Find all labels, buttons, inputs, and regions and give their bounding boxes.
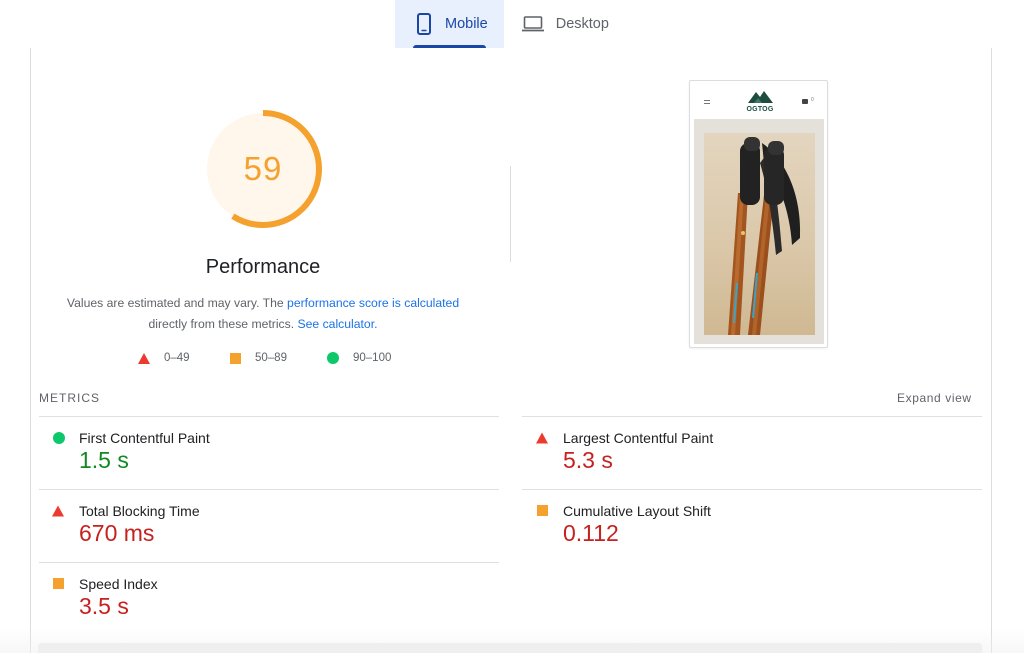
score-calculated-link[interactable]: performance score is calculated (287, 296, 459, 310)
metric-name: Speed Index (79, 576, 158, 592)
smartphone-icon (415, 13, 433, 35)
metrics-heading: METRICS (39, 391, 100, 405)
metric-value: 3.5 s (79, 593, 129, 619)
red-triangle-icon (52, 505, 64, 517)
metrics-divider-left-2 (39, 489, 499, 490)
tab-desktop[interactable]: Desktop (504, 0, 625, 48)
orange-square-icon (537, 505, 548, 516)
next-section-edge (38, 643, 982, 653)
category-title: Performance (205, 256, 321, 278)
site-logo: OGTOG (740, 89, 780, 113)
red-triangle-icon (536, 432, 548, 444)
red-triangle-icon (138, 352, 150, 364)
legend-average-range: 50–89 (255, 352, 287, 364)
metric-value: 5.3 s (563, 447, 613, 473)
metric-name: Total Blocking Time (79, 503, 200, 519)
metric-value: 0.112 (563, 520, 619, 546)
description-text-1: Values are estimated and may vary. The (66, 296, 288, 310)
legend-pass: 90–100 (327, 352, 391, 364)
green-circle-icon (327, 352, 339, 364)
orange-square-icon (53, 578, 64, 589)
see-calculator-link[interactable]: See calculator. (298, 317, 378, 331)
cart-icon (802, 99, 808, 104)
product-image-frame (694, 119, 824, 344)
green-circle-icon (53, 432, 65, 444)
score-value: 59 (243, 150, 283, 187)
cart-count: 0 (811, 97, 814, 103)
orange-square-icon (230, 352, 241, 364)
thumbnail-site-header: OGTOG 0 (690, 81, 827, 117)
vertical-divider (510, 166, 511, 262)
score-description: Values are estimated and may vary. The p… (40, 293, 486, 335)
product-photo (704, 133, 815, 335)
device-tabs: Mobile Desktop (395, 0, 625, 48)
performance-score-gauge: 59 (202, 108, 324, 230)
legend-fail-range: 0–49 (164, 352, 190, 364)
hamburger-menu-icon (704, 100, 710, 104)
site-brand: OGTOG (746, 106, 774, 113)
metrics-divider-right-2 (522, 489, 982, 490)
metrics-divider-left-3 (39, 562, 499, 563)
metrics-divider-left-1 (39, 416, 499, 417)
legend-pass-range: 90–100 (353, 352, 392, 364)
metric-name: Largest Contentful Paint (563, 430, 714, 446)
trekking-poles-illustration (728, 137, 801, 335)
mountain-logo-icon (748, 91, 773, 103)
tab-desktop-label: Desktop (555, 16, 609, 32)
score-legend: 0–49 50–89 90–100 (0, 352, 1024, 368)
laptop-icon (521, 13, 544, 35)
tab-mobile-label: Mobile (445, 16, 488, 32)
tab-mobile[interactable]: Mobile (395, 0, 504, 48)
page-screenshot-thumbnail[interactable]: OGTOG 0 (689, 80, 828, 348)
description-text-2: directly from these metrics. (148, 317, 298, 331)
expand-view-toggle[interactable]: Expand view (897, 391, 972, 405)
legend-average: 50–89 (230, 352, 287, 364)
metric-name: First Contentful Paint (79, 430, 210, 446)
metric-value: 670 ms (79, 520, 155, 546)
metric-name: Cumulative Layout Shift (563, 503, 711, 519)
metric-value: 1.5 s (79, 447, 129, 473)
legend-fail: 0–49 (138, 352, 190, 364)
metrics-divider-right-1 (522, 416, 982, 417)
